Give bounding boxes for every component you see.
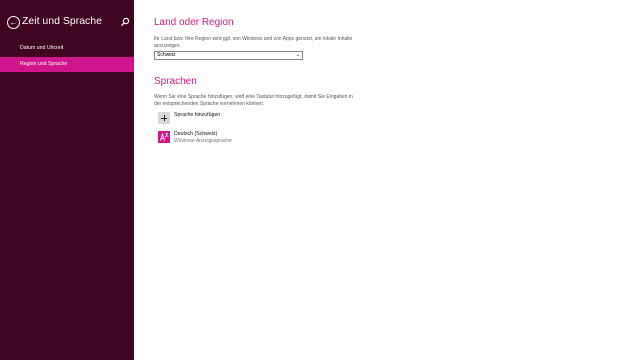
region-description: Ihr Land bzw. Ihre Region wird ggf. von …: [154, 36, 353, 49]
search-icon[interactable]: [120, 17, 130, 27]
country-select[interactable]: Schweiz ⌄: [154, 51, 303, 60]
sidebar-item-datum-und-uhrzeit[interactable]: Datum und Uhrzeit: [0, 41, 134, 56]
back-arrow-icon[interactable]: ←: [7, 16, 20, 29]
language-name: Deutsch (Schweiz): [174, 131, 218, 137]
main-content: Land oder Region Ihr Land bzw. Ihre Regi…: [154, 0, 640, 360]
country-select-value: Schweiz: [157, 52, 176, 58]
language-icon: [158, 131, 170, 143]
languages-heading: Sprachen: [154, 76, 197, 87]
sidebar-item-region-und-sprache[interactable]: Region und Sprache: [0, 57, 134, 72]
languages-description: Wenn Sie eine Sprache hinzufügen, wird e…: [154, 94, 353, 107]
add-language-button[interactable]: Sprache hinzufügen: [174, 112, 220, 118]
language-subtitle: Windows-Anzeigesprache: [174, 138, 232, 144]
chevron-down-icon: ⌄: [295, 52, 300, 58]
sidebar-title: Zeit und Sprache: [22, 15, 102, 27]
region-heading: Land oder Region: [154, 17, 234, 28]
language-item[interactable]: Deutsch (Schweiz) Windows-Anzeigesprache: [158, 131, 278, 147]
sidebar: ← Zeit und Sprache Datum und Uhrzeit Reg…: [0, 0, 134, 360]
add-language-plus-icon[interactable]: [158, 112, 170, 124]
